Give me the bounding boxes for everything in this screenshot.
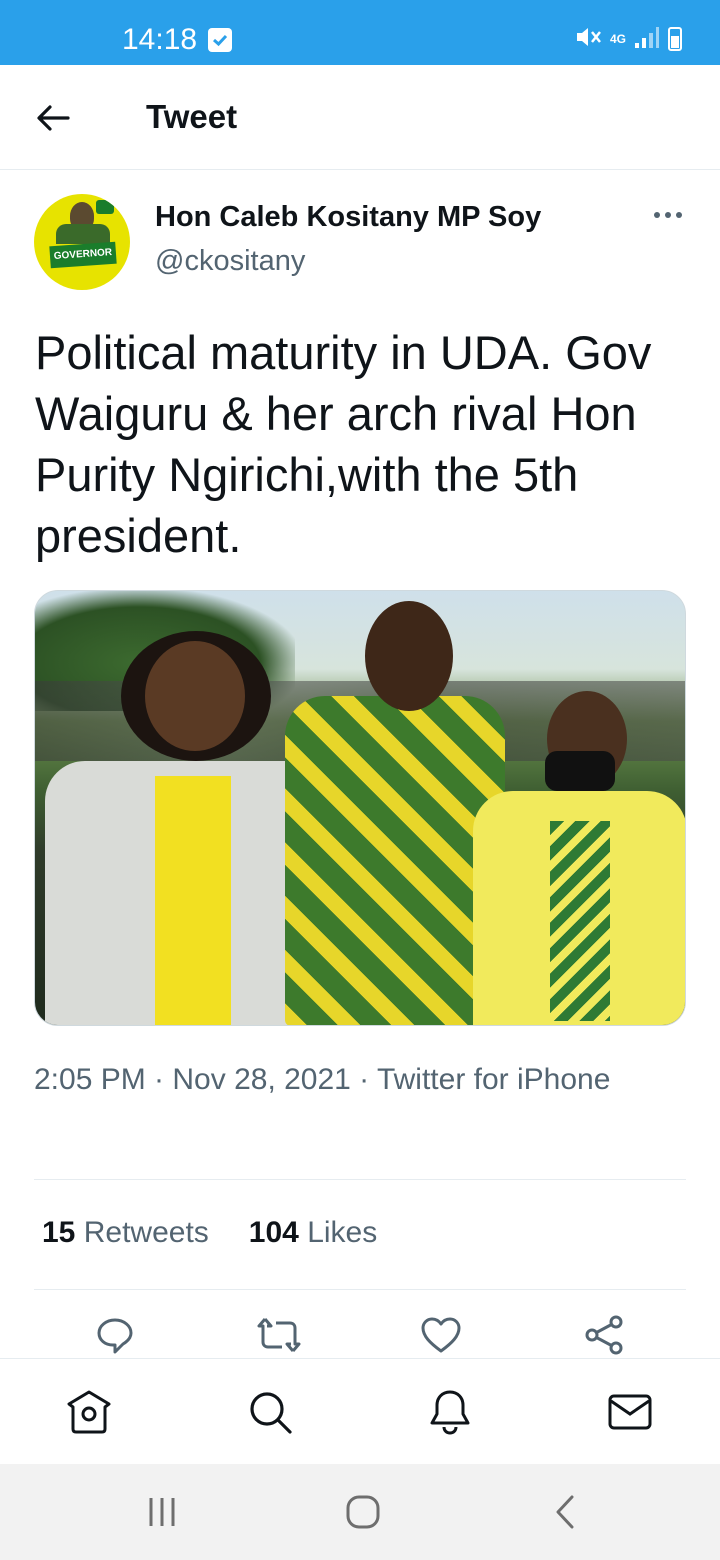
- network-type-label: 4G: [609, 31, 626, 46]
- chevron-left-icon: [556, 1495, 574, 1529]
- mute-icon: [574, 24, 602, 55]
- tweet-actions: [0, 1312, 720, 1360]
- system-navigation-bar: [0, 1464, 720, 1560]
- tweet-photo[interactable]: [34, 590, 686, 1026]
- nav-search[interactable]: [245, 1387, 295, 1437]
- tweet-text: Political maturity in UDA. Gov Waiguru &…: [35, 326, 652, 562]
- share-button[interactable]: [581, 1312, 627, 1358]
- nav-messages[interactable]: [605, 1387, 655, 1437]
- retweet-icon: [257, 1318, 301, 1352]
- system-back-button[interactable]: [540, 1492, 590, 1532]
- home-circle-icon: [346, 1495, 380, 1529]
- avatar-banner-text: GOVERNOR: [49, 241, 117, 269]
- retweet-button[interactable]: [256, 1312, 302, 1358]
- back-button[interactable]: [30, 95, 76, 141]
- status-bar: 14:18 4G: [0, 0, 720, 65]
- app-header: Tweet: [0, 65, 720, 170]
- arrow-left-icon: [37, 105, 70, 131]
- nav-notifications[interactable]: [425, 1387, 475, 1437]
- reply-button[interactable]: [92, 1312, 138, 1358]
- bell-icon: [430, 1390, 470, 1435]
- author-avatar[interactable]: GOVERNOR: [34, 194, 130, 290]
- notification-check-icon: [208, 28, 232, 52]
- divider: [34, 1289, 686, 1290]
- divider: [34, 1179, 686, 1180]
- mail-icon: [608, 1394, 652, 1430]
- search-icon: [250, 1392, 292, 1434]
- author-name[interactable]: Hon Caleb Kositany MP Soy: [155, 200, 541, 234]
- heart-icon: [421, 1317, 461, 1353]
- author-handle[interactable]: @ckositany: [155, 244, 305, 278]
- system-home-button[interactable]: [338, 1492, 388, 1532]
- retweets-stat[interactable]: 15 Retweets: [42, 1213, 209, 1253]
- share-icon: [585, 1315, 623, 1355]
- nav-home[interactable]: [64, 1387, 114, 1437]
- home-icon: [67, 1390, 111, 1434]
- bottom-nav: [0, 1358, 720, 1464]
- more-options-button[interactable]: [648, 200, 688, 230]
- party-badge-icon: [96, 200, 114, 214]
- tweet-stats: 15 Retweets 104 Likes: [42, 1213, 377, 1253]
- recents-button[interactable]: [137, 1492, 187, 1532]
- battery-icon: [668, 27, 682, 51]
- status-indicators: 4G: [574, 24, 682, 54]
- like-button[interactable]: [418, 1312, 464, 1358]
- more-horizontal-icon: [654, 212, 660, 218]
- page-title: Tweet: [146, 98, 238, 135]
- signal-icon: [634, 25, 660, 54]
- status-time: 14:18: [122, 23, 198, 56]
- reply-icon: [97, 1318, 133, 1354]
- tweet-timestamp: 2:05 PM · Nov 28, 2021 · Twitter for iPh…: [34, 1063, 611, 1096]
- likes-stat[interactable]: 104 Likes: [249, 1213, 377, 1253]
- recents-icon: [149, 1498, 175, 1526]
